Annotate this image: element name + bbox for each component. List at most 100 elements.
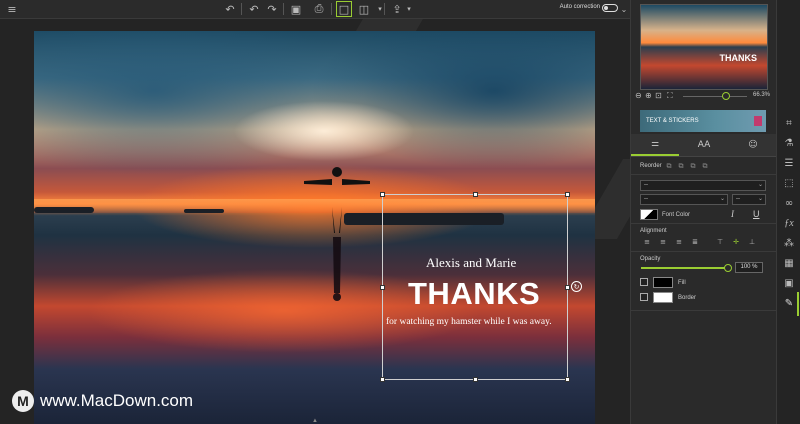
chevron-down-icon[interactable]: ▾ (401, 1, 417, 17)
right-panel: THANKS ⊖ ⊕ ⊡ ⛶ 66.3% TEXT & STICKERS ⚌ A… (630, 0, 777, 424)
rock (184, 209, 224, 213)
border-color-swatch[interactable] (653, 292, 673, 303)
resize-handle[interactable] (565, 377, 570, 382)
undo-icon[interactable]: ↶ (222, 1, 238, 17)
navigator-thumbnail[interactable]: THANKS (640, 4, 768, 90)
opacity-value[interactable]: 100 % (735, 262, 763, 273)
chevron-down-icon: ⌄ (719, 196, 725, 202)
toolbar-separator (331, 3, 332, 15)
divider (631, 310, 777, 311)
color-balls-icon[interactable]: ⁂ (782, 236, 796, 250)
chevron-down-icon[interactable]: ▾ (372, 1, 388, 17)
align-justify-icon[interactable]: ≣ (690, 237, 700, 246)
reorder-label: Reorder (640, 163, 662, 169)
fill-checkbox[interactable] (640, 278, 648, 286)
font-family-value: -- (644, 182, 648, 188)
photo-canvas[interactable]: ↻ Alexis and Marie THANKS for watching m… (34, 31, 595, 424)
opacity-slider-knob[interactable] (724, 264, 732, 272)
toolbar-separator (384, 3, 385, 15)
alignment-label: Alignment (640, 228, 667, 234)
align-bottom-icon[interactable]: ⊥ (747, 237, 757, 246)
zoom-row: ⊖ ⊕ ⊡ ⛶ 66.3% (635, 91, 773, 101)
watermark: M www.MacDown.com (12, 390, 193, 412)
zoom-out-icon[interactable]: ⊖ (635, 91, 642, 100)
resize-handle[interactable] (380, 377, 385, 382)
names-text[interactable]: Alexis and Marie (426, 255, 516, 271)
italic-button[interactable]: I (731, 209, 734, 219)
flask-icon[interactable]: ⚗ (782, 136, 796, 150)
redo-icon[interactable]: ↷ (264, 1, 280, 17)
save-icon[interactable]: ▣ (288, 1, 304, 17)
hamburger-icon[interactable]: ≡ (4, 1, 20, 17)
single-view-icon[interactable]: □ (336, 1, 352, 17)
panel-tabs: ⚌ AA ☺ (631, 134, 777, 157)
align-right-icon[interactable]: ≡ (674, 237, 684, 246)
send-backward-icon[interactable]: ⧉ (689, 162, 697, 170)
font-style-select[interactable]: -- ⌄ (640, 194, 728, 205)
font-size-value: -- (736, 196, 740, 202)
font-family-select[interactable]: -- ⌄ (640, 180, 766, 191)
align-center-icon[interactable]: ≡ (658, 237, 668, 246)
resize-handle[interactable] (565, 285, 570, 290)
opacity-slider[interactable] (641, 267, 727, 269)
divider (631, 251, 777, 252)
resize-handle[interactable] (473, 192, 478, 197)
resize-handle[interactable] (380, 192, 385, 197)
undo-step-icon[interactable]: ↶ (246, 1, 262, 17)
align-middle-icon[interactable]: ✛ (731, 237, 741, 246)
zoom-slider[interactable] (683, 96, 747, 97)
glasses-icon[interactable]: ∞ (782, 196, 796, 210)
font-style-value: -- (644, 196, 648, 202)
zoom-value: 66.3% (752, 92, 770, 98)
font-color-label: Font Color (662, 212, 691, 218)
grid-icon[interactable]: ▦ (782, 256, 796, 270)
zoom-fit-icon[interactable]: ⊡ (655, 91, 662, 100)
resize-handle[interactable] (473, 377, 478, 382)
bring-forward-icon[interactable]: ⧉ (677, 162, 685, 170)
border-checkbox[interactable] (640, 293, 648, 301)
subtitle-text[interactable]: for watching my hamster while I was away… (386, 317, 552, 327)
tool-rail: ⌗ ⚗ ☰ ⬚ ∞ ƒx ⁂ ▦ ▣ ✎ (776, 0, 800, 424)
font-size-select[interactable]: -- ⌄ (732, 194, 766, 205)
banner-bookmark-icon (754, 116, 762, 126)
print-icon[interactable]: ⎙ (311, 1, 327, 17)
sliders-icon[interactable]: ☰ (782, 156, 796, 170)
zoom-in-icon[interactable]: ⊕ (645, 91, 652, 100)
send-back-icon[interactable]: ⧉ (701, 162, 709, 170)
watermark-text: www.MacDown.com (40, 391, 194, 410)
text-stickers-banner[interactable]: TEXT & STICKERS (640, 110, 766, 132)
banner-label: TEXT & STICKERS (646, 118, 699, 124)
frame-icon[interactable]: ▣ (782, 276, 796, 290)
text-stickers-icon[interactable]: ✎ (782, 296, 796, 310)
watermark-logo: M (12, 390, 34, 412)
divider (631, 174, 777, 175)
split-view-icon[interactable]: ◫ (356, 1, 372, 17)
fill-color-swatch[interactable] (653, 277, 673, 288)
fill-label: Fill (678, 280, 686, 286)
align-top-icon[interactable]: ⊤ (715, 237, 725, 246)
thumbnail-thanks-text: THANKS (719, 53, 758, 63)
fx-icon[interactable]: ƒx (782, 216, 796, 230)
align-left-icon[interactable]: ≡ (642, 237, 652, 246)
chevron-down-icon: ⌄ (757, 196, 763, 202)
tab-text[interactable]: AA (680, 134, 728, 156)
toolbar-separator (283, 3, 284, 15)
tab-settings[interactable]: ⚌ (631, 134, 679, 156)
tab-stickers[interactable]: ☺ (729, 134, 777, 156)
rotate-handle-icon[interactable]: ↻ (571, 281, 582, 292)
resize-handle[interactable] (565, 192, 570, 197)
underline-button[interactable]: U (753, 209, 760, 219)
zoom-slider-knob[interactable] (722, 92, 731, 100)
bring-front-icon[interactable]: ⧉ (665, 162, 673, 170)
thanks-text[interactable]: THANKS (408, 276, 540, 312)
person-silhouette (304, 167, 370, 301)
font-color-swatch[interactable] (640, 209, 658, 220)
opacity-label: Opacity (640, 256, 661, 262)
resize-handle[interactable] (380, 285, 385, 290)
crop-icon[interactable]: ⌗ (782, 116, 796, 130)
auto-correction-label: Auto correction (559, 4, 600, 10)
zoom-actual-icon[interactable]: ⛶ (667, 91, 673, 101)
active-tool-indicator (797, 292, 799, 316)
selection-icon[interactable]: ⬚ (782, 176, 796, 190)
bottom-collapse-icon[interactable]: ▲ (312, 418, 318, 424)
